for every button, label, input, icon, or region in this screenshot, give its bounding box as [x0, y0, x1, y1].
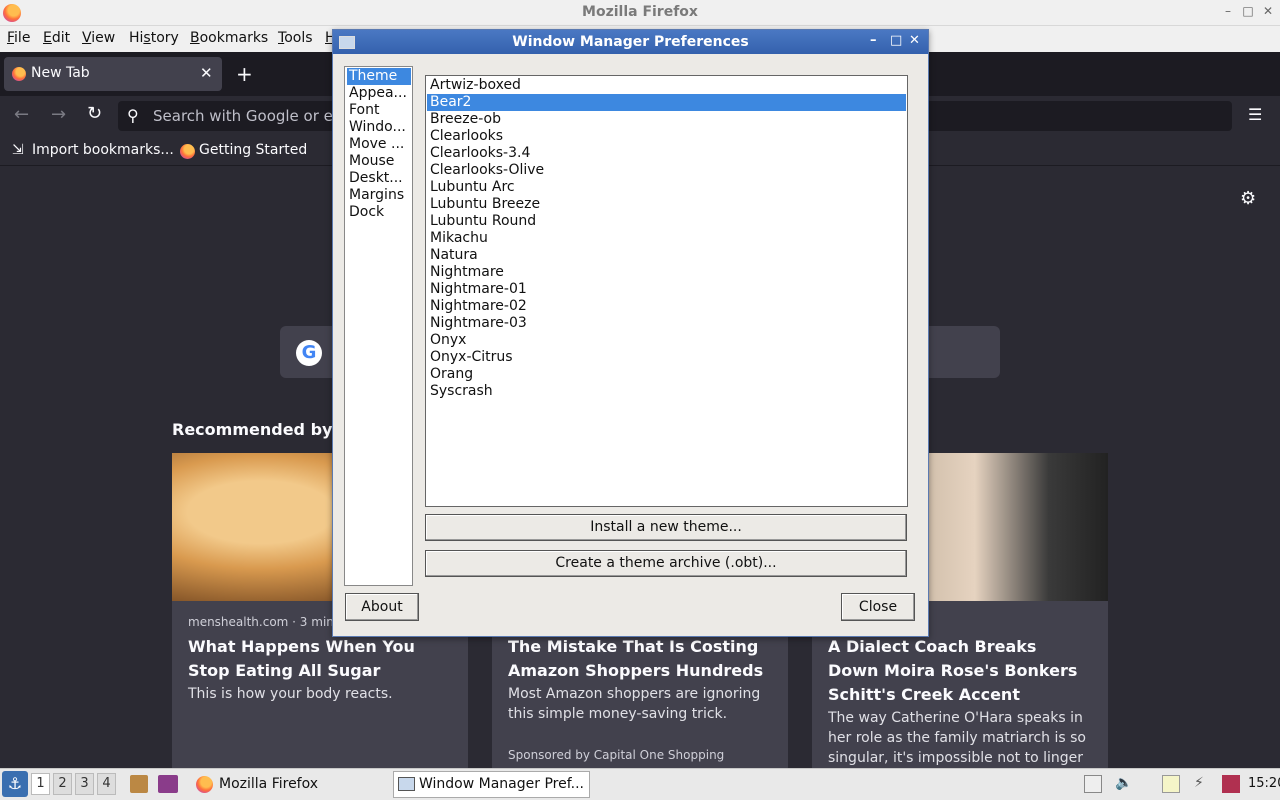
dialog-maximize-icon[interactable]: □	[890, 33, 902, 48]
theme-item[interactable]: Lubuntu Round	[427, 213, 906, 230]
category-mouse[interactable]: Mouse	[347, 153, 411, 170]
clock[interactable]: 15:20	[1248, 776, 1280, 791]
story-desc: Most Amazon shoppers are ignoring this s…	[508, 686, 761, 722]
firefox-window-title: Mozilla Firefox	[582, 4, 698, 20]
tray-battery-icon[interactable]	[1084, 775, 1102, 793]
file-manager-icon[interactable]	[130, 775, 148, 793]
category-desktops[interactable]: Deskt...	[347, 170, 411, 187]
google-logo-icon: G	[296, 340, 322, 366]
theme-item[interactable]: Mikachu	[427, 230, 906, 247]
gear-icon[interactable]: ⚙	[1240, 188, 1256, 209]
bookmark-import[interactable]: Import bookmarks...	[32, 142, 174, 158]
story-title[interactable]: A Dialect Coach Breaks Down Moira Rose's…	[828, 635, 1090, 707]
create-theme-archive-button[interactable]: Create a theme archive (.obt)...	[425, 550, 907, 577]
theme-item[interactable]: Onyx-Citrus	[427, 349, 906, 366]
install-theme-button[interactable]: Install a new theme...	[425, 514, 907, 541]
dialog-close-icon[interactable]: ✕	[909, 33, 920, 48]
task-firefox-label: Mozilla Firefox	[219, 776, 319, 792]
workspace-4[interactable]: 4	[97, 773, 116, 795]
story-sponsor: Sponsored by Capital One Shopping	[508, 748, 725, 762]
tray-notes-icon[interactable]	[1162, 775, 1180, 793]
theme-item[interactable]: Artwiz-boxed	[427, 77, 906, 94]
menu-tools[interactable]: Tools	[278, 30, 313, 46]
dialog-title: Window Manager Preferences	[512, 34, 749, 50]
firefox-tab-icon	[12, 67, 26, 81]
firefox-bookmark-icon	[180, 144, 195, 159]
theme-item[interactable]: Nightmare-03	[427, 315, 906, 332]
theme-item[interactable]: Syscrash	[427, 383, 906, 400]
menu-file[interactable]: File	[7, 30, 30, 46]
theme-item[interactable]: Lubuntu Breeze	[427, 196, 906, 213]
network-icon[interactable]: ⚡	[1194, 775, 1212, 793]
reload-icon[interactable]: ↻	[87, 103, 102, 124]
category-move-resize[interactable]: Move ...	[347, 136, 411, 153]
story-source: menshealth.com · 3 min	[188, 615, 334, 629]
theme-item[interactable]: Breeze-ob	[427, 111, 906, 128]
maximize-icon[interactable]: □	[1240, 4, 1256, 20]
theme-item[interactable]: Orang	[427, 366, 906, 383]
menu-view[interactable]: View	[82, 30, 115, 46]
category-dock[interactable]: Dock	[347, 204, 411, 221]
dialog-minimize-icon[interactable]: –	[870, 33, 877, 48]
menu-history[interactable]: History	[129, 30, 179, 46]
story-title[interactable]: The Mistake That Is Costing Amazon Shopp…	[508, 635, 773, 683]
minimize-icon[interactable]: –	[1220, 4, 1236, 20]
back-arrow-icon[interactable]: ←	[14, 104, 29, 125]
theme-item[interactable]: Bear2	[427, 94, 906, 111]
category-appearance[interactable]: Appea...	[347, 85, 411, 102]
menu-edit[interactable]: Edit	[43, 30, 70, 46]
theme-item[interactable]: Nightmare-02	[427, 298, 906, 315]
new-tab-plus-icon[interactable]: +	[236, 62, 253, 86]
theme-item[interactable]: Nightmare	[427, 264, 906, 281]
volume-icon[interactable]: 🔈	[1115, 775, 1133, 793]
category-theme[interactable]: Theme	[347, 68, 411, 85]
theme-item[interactable]: Lubuntu Arc	[427, 179, 906, 196]
bookmark-getting-started[interactable]: Getting Started	[199, 142, 307, 158]
menu-bookmarks[interactable]: Bookmarks	[190, 30, 268, 46]
close-button[interactable]: Close	[841, 593, 915, 621]
theme-item[interactable]: Onyx	[427, 332, 906, 349]
theme-item[interactable]: Nightmare-01	[427, 281, 906, 298]
theme-item[interactable]: Clearlooks	[427, 128, 906, 145]
forward-arrow-icon[interactable]: →	[51, 104, 66, 125]
story-desc: This is how your body reacts.	[188, 686, 393, 702]
search-icon: ⚲	[127, 106, 139, 125]
close-icon[interactable]: ✕	[1260, 4, 1276, 20]
start-menu-icon[interactable]: ⚓	[2, 771, 28, 797]
firefox-task-icon	[196, 776, 213, 793]
theme-item[interactable]: Clearlooks-Olive	[427, 162, 906, 179]
theme-item[interactable]: Natura	[427, 247, 906, 264]
about-button[interactable]: About	[345, 593, 419, 621]
story-desc: The way Catherine O'Hara speaks in her r…	[828, 710, 1086, 766]
category-windows[interactable]: Windo...	[347, 119, 411, 136]
url-placeholder[interactable]: Search with Google or ent	[153, 107, 348, 125]
category-margins[interactable]: Margins	[347, 187, 411, 204]
story-title[interactable]: What Happens When You Stop Eating All Su…	[188, 635, 458, 683]
workspace-2[interactable]: 2	[53, 773, 72, 795]
workspace-1[interactable]: 1	[31, 773, 50, 795]
tab-close-icon[interactable]: ✕	[200, 64, 213, 82]
workspace-3[interactable]: 3	[75, 773, 94, 795]
import-icon: ⇲	[12, 142, 24, 158]
tray-app-icon[interactable]	[1222, 775, 1240, 793]
task-wm-label: Window Manager Pref...	[419, 776, 584, 792]
theme-item[interactable]: Clearlooks-3.4	[427, 145, 906, 162]
tab-label: New Tab	[31, 65, 90, 81]
category-font[interactable]: Font	[347, 102, 411, 119]
hamburger-menu-icon[interactable]: ☰	[1248, 105, 1262, 124]
terminal-icon[interactable]	[158, 775, 178, 793]
window-task-icon	[398, 777, 415, 791]
